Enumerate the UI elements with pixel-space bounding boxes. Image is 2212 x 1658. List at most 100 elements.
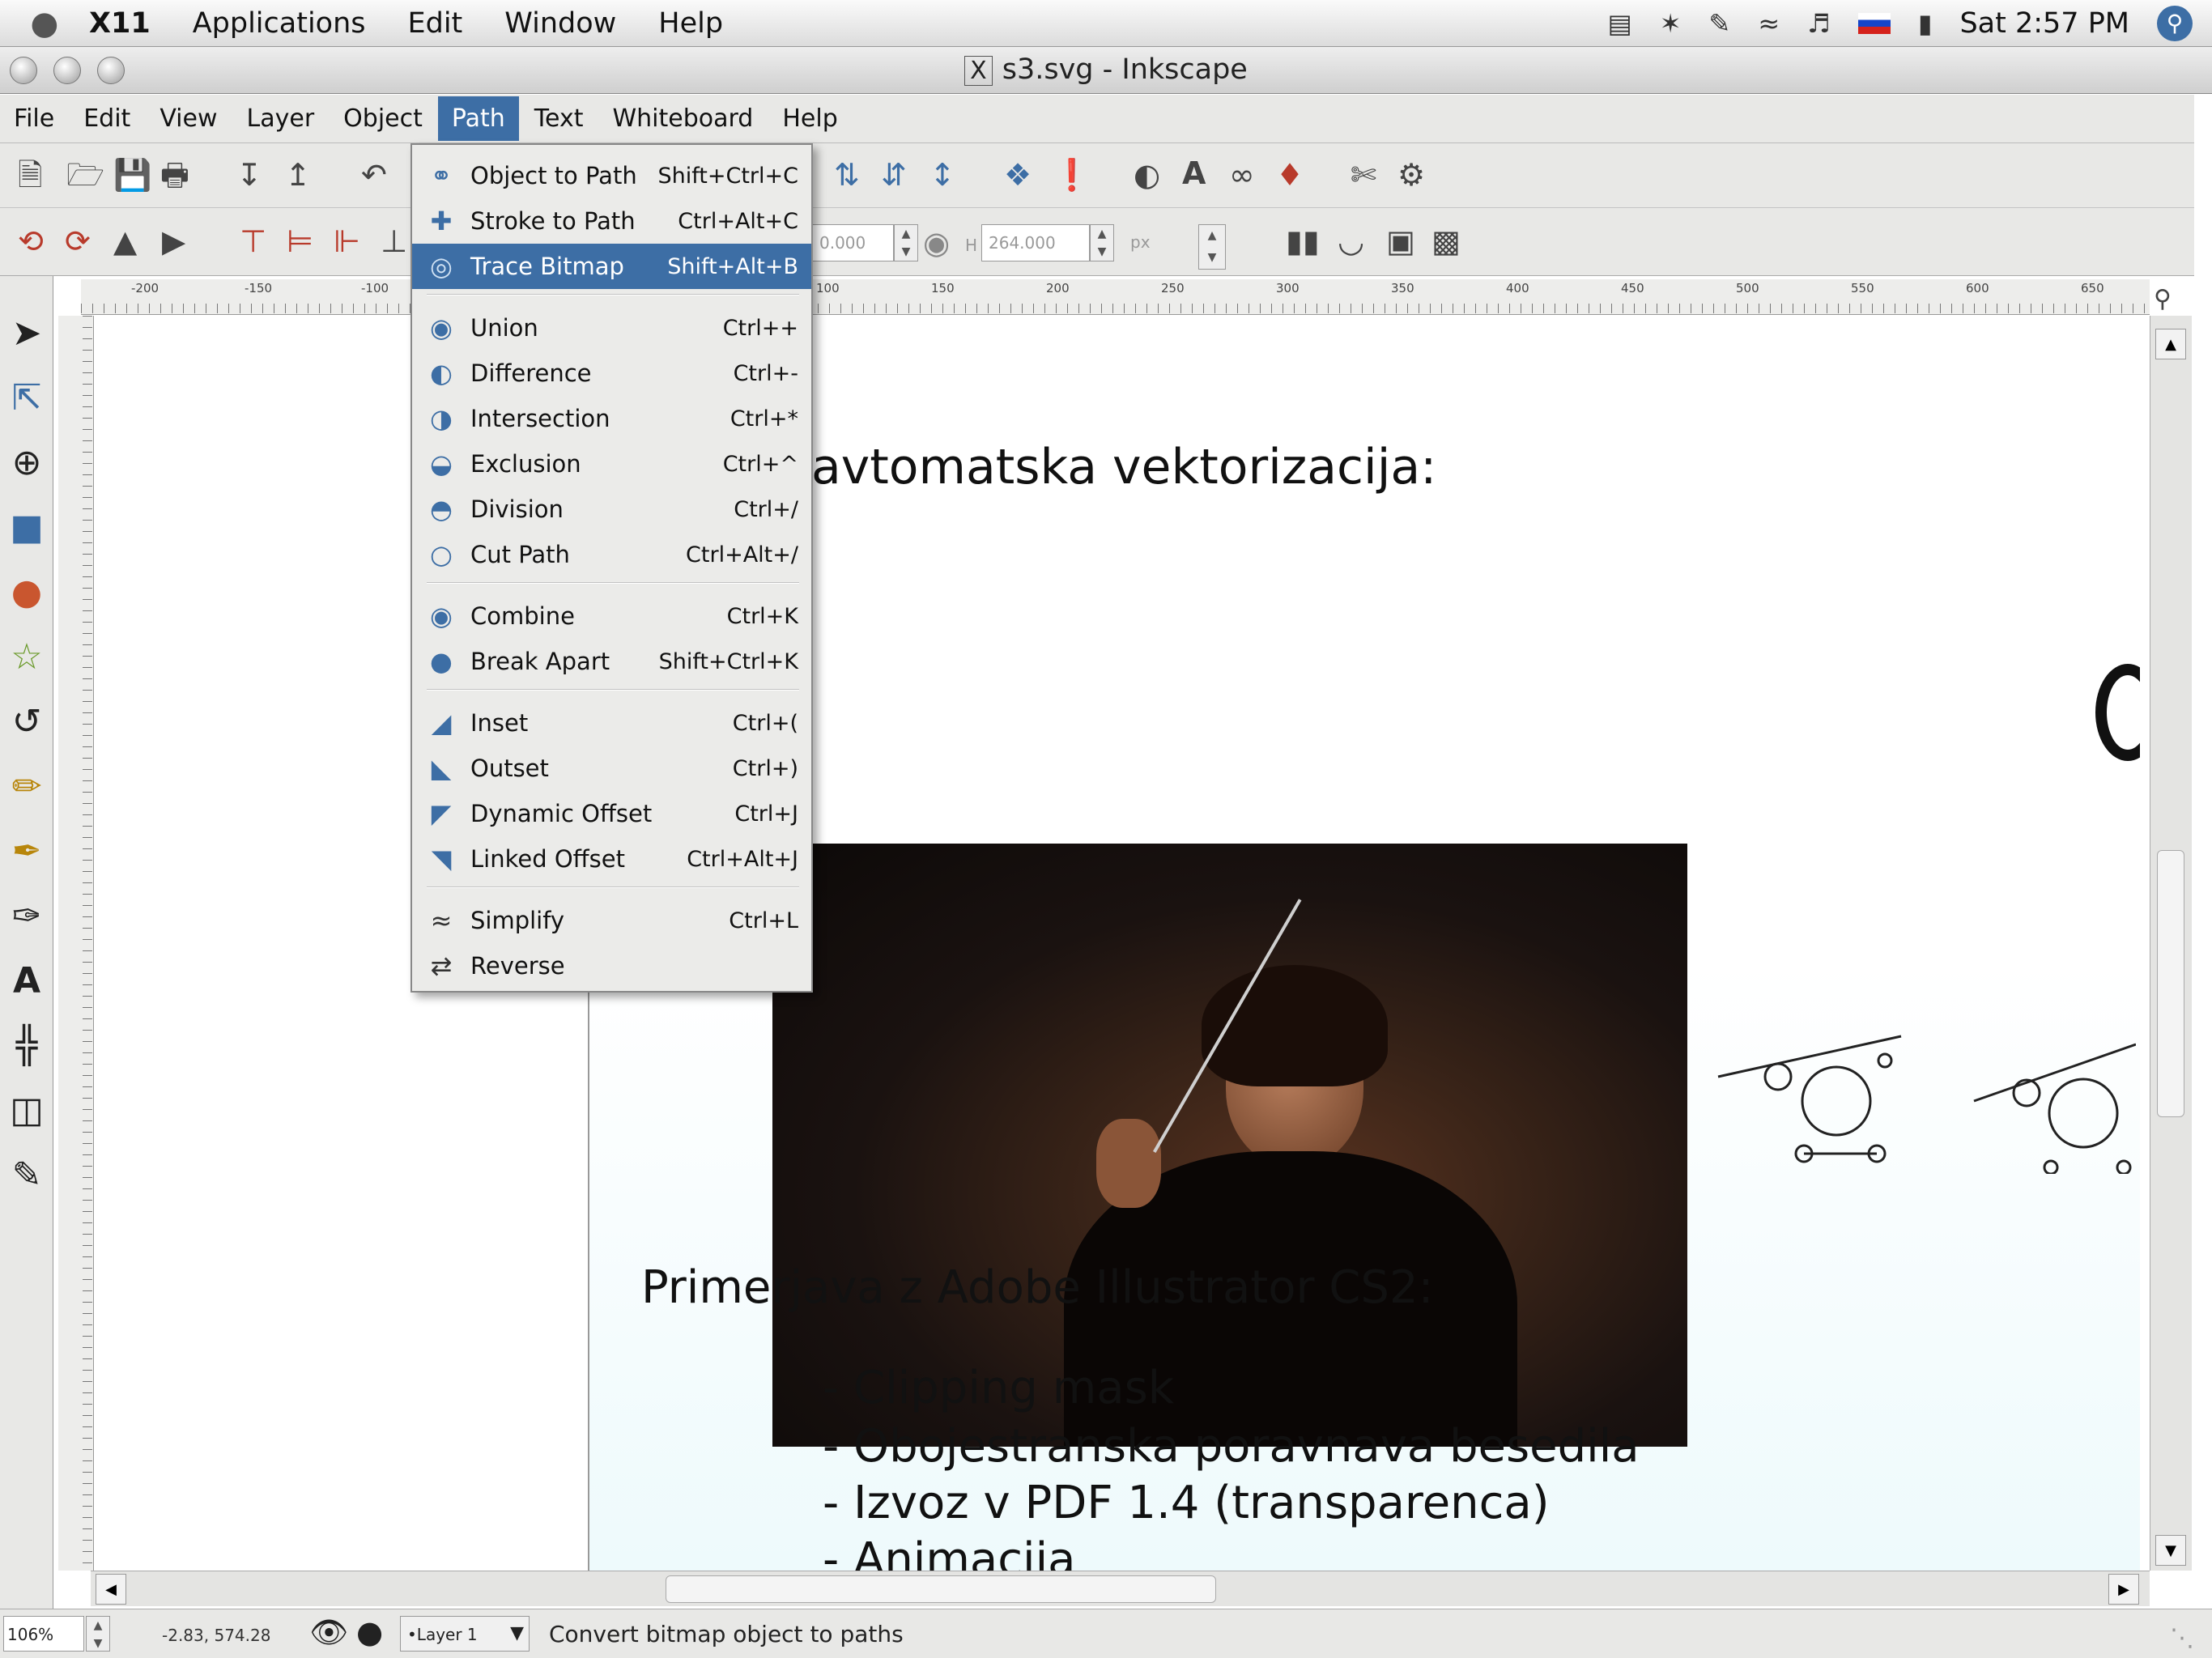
bullet-item[interactable]: - Izvoz v PDF 1.4 (transparenca) <box>823 1477 1550 1529</box>
horizontal-scroll-thumb[interactable] <box>666 1575 1216 1603</box>
clock[interactable]: Sat 2:57 PM <box>1959 7 2129 40</box>
vertical-scroll-thumb[interactable] <box>2157 850 2184 1117</box>
menu-item-union[interactable]: ◉ Union Ctrl++ <box>412 305 811 351</box>
rectangle-tool-icon[interactable]: ■ <box>5 503 49 553</box>
menu-item-break-apart[interactable]: ● Break Apart Shift+Ctrl+K <box>412 639 811 684</box>
raise-to-top-icon[interactable]: ⊤ <box>240 226 266 257</box>
print-icon[interactable]: 🖶 <box>160 159 189 190</box>
menu-item-object-to-path[interactable]: ⚭ Object to Path Shift+Ctrl+C <box>412 153 811 198</box>
height-spinner[interactable]: ▲ ▼ <box>1090 224 1114 261</box>
vertical-ruler[interactable] <box>58 316 94 1571</box>
pen-icon[interactable]: ✎ <box>1709 8 1731 39</box>
distribute-icon[interactable]: ⇅ <box>834 159 860 190</box>
scroll-up-arrow-icon[interactable]: ▲ <box>2155 329 2186 359</box>
horizontal-ruler[interactable]: -200 -150 -100 100 150 200 250 300 350 4… <box>81 279 2150 315</box>
mac-app-name[interactable]: X11 <box>89 7 151 40</box>
unit-dropdown-arrow[interactable]: ▲ ▼ <box>1198 224 1226 270</box>
menu-whiteboard[interactable]: Whiteboard <box>598 96 767 141</box>
mac-menu-window[interactable]: Window <box>504 7 616 40</box>
zoom-tool-icon[interactable]: ⊕ <box>5 438 49 488</box>
battery-icon[interactable]: ▮ <box>1918 8 1933 39</box>
ungroup-icon[interactable]: ❗ <box>1053 159 1091 190</box>
x-field[interactable]: 0.000 <box>813 224 894 261</box>
vertical-scrollbar[interactable]: ▲ ▼ <box>2150 316 2192 1571</box>
zoom-corner-icon[interactable]: ⚲ <box>2154 285 2172 313</box>
mac-menu-help[interactable]: Help <box>658 7 723 40</box>
display-icon[interactable]: ▤ <box>1607 8 1631 39</box>
transform-gradients-icon[interactable]: ▣ <box>1386 226 1415 257</box>
gradient-tool-icon[interactable]: ◫ <box>5 1086 49 1136</box>
undo-icon[interactable]: ↶ <box>361 159 387 190</box>
connector-tool-icon[interactable]: ╬ <box>5 1021 49 1071</box>
lock-layer-icon[interactable]: ● <box>356 1614 383 1650</box>
flip-vertical-icon[interactable]: ▶ <box>162 226 185 257</box>
wifi-icon[interactable]: ≈ <box>1758 8 1780 39</box>
menu-path[interactable]: Path <box>437 96 519 141</box>
spiral-tool-icon[interactable]: ↺ <box>5 697 49 747</box>
menu-layer[interactable]: Layer <box>233 96 329 141</box>
scroll-right-arrow-icon[interactable]: ▶ <box>2108 1574 2139 1605</box>
open-folder-icon[interactable]: 🗁 <box>66 159 104 190</box>
raise-icon[interactable]: ⊨ <box>287 226 313 257</box>
menu-item-intersection[interactable]: ◑ Intersection Ctrl+* <box>412 396 811 441</box>
layer-dropdown-arrow-icon[interactable]: ▼ <box>510 1623 524 1643</box>
menu-item-outset[interactable]: ◣ Outset Ctrl+) <box>412 746 811 791</box>
bullet-item[interactable]: - Obojestranska poravnava besedila <box>823 1420 1640 1473</box>
visibility-eye-icon[interactable]: 👁 <box>309 1614 348 1651</box>
scroll-down-arrow-icon[interactable]: ▼ <box>2155 1535 2186 1566</box>
apple-menu-icon[interactable]: ● <box>0 5 89 42</box>
slide-heading-comparison[interactable]: Primerjava z Adobe Illustrator CS2: <box>641 1261 1433 1314</box>
star-tool-icon[interactable]: ☆ <box>5 632 49 682</box>
menu-item-cut-path[interactable]: ○ Cut Path Ctrl+Alt+/ <box>412 532 811 577</box>
menu-edit[interactable]: Edit <box>70 96 144 141</box>
bullet-item[interactable]: - Animacija <box>823 1533 1075 1571</box>
height-field[interactable]: 264.000 <box>981 224 1090 261</box>
new-document-icon[interactable]: 🗎 <box>18 159 43 190</box>
zoom-spinner[interactable]: ▲ ▼ <box>86 1616 110 1652</box>
menu-item-difference[interactable]: ◐ Difference Ctrl+- <box>412 351 811 396</box>
conductor-photo[interactable] <box>772 844 1687 1447</box>
scale-stroke-icon[interactable]: ▮▮ <box>1286 226 1320 257</box>
text-font-icon[interactable]: A <box>1182 158 1206 189</box>
align-middle-icon[interactable]: ↕ <box>929 159 955 190</box>
lower-icon[interactable]: ⊩ <box>334 226 360 257</box>
volume-icon[interactable]: ♬ <box>1807 8 1831 39</box>
text-tool-icon[interactable]: A <box>5 956 49 1006</box>
scale-corners-icon[interactable]: ◡ <box>1338 226 1364 257</box>
menu-view[interactable]: View <box>146 96 231 141</box>
selector-tool-icon[interactable]: ➤ <box>5 308 49 359</box>
menu-item-simplify[interactable]: ≈ Simplify Ctrl+L <box>412 898 811 943</box>
flip-horizontal-icon[interactable]: ▲ <box>113 226 137 257</box>
document-properties-icon[interactable]: ⚙ <box>1397 159 1425 190</box>
menu-object[interactable]: Object <box>330 96 436 141</box>
preferences-icon[interactable]: ✄ <box>1351 159 1376 190</box>
scroll-left-arrow-icon[interactable]: ◀ <box>96 1574 126 1605</box>
horizontal-scrollbar[interactable]: ◀ ▶ <box>91 1571 2150 1606</box>
window-titlebar[interactable]: Xs3.svg - Inkscape <box>0 47 2212 94</box>
menu-item-dynamic-offset[interactable]: ◤ Dynamic Offset Ctrl+J <box>412 791 811 836</box>
rotate-ccw-icon[interactable]: ⟲ <box>18 226 44 257</box>
align-center-icon[interactable]: ⇵ <box>881 159 907 190</box>
rotate-cw-icon[interactable]: ⟳ <box>65 226 91 257</box>
flag-icon[interactable] <box>1857 13 1891 34</box>
layer-select[interactable]: •Layer 1 ▼ <box>400 1616 530 1652</box>
pencil-tool-icon[interactable]: ✏ <box>5 762 49 812</box>
drawing-canvas[interactable]: avtomatska vektorizacija: Primerjava z A… <box>96 316 2140 1571</box>
dropper-tool-icon[interactable]: ✎ <box>5 1150 49 1201</box>
slide-heading-vectorization[interactable]: avtomatska vektorizacija: <box>811 439 1436 495</box>
ellipse-tool-icon[interactable]: ● <box>5 568 49 618</box>
fill-stroke-icon[interactable]: ◐ <box>1134 159 1160 190</box>
menu-item-combine[interactable]: ◉ Combine Ctrl+K <box>412 593 811 639</box>
menu-item-division[interactable]: ◓ Division Ctrl+/ <box>412 487 811 532</box>
menu-item-linked-offset[interactable]: ◥ Linked Offset Ctrl+Alt+J <box>412 836 811 882</box>
menu-item-trace-bitmap[interactable]: ◎ Trace Bitmap Shift+Alt+B <box>412 244 811 289</box>
menu-item-reverse[interactable]: ⇄ Reverse <box>412 943 811 988</box>
calligraphy-tool-icon[interactable]: ✑ <box>5 891 49 942</box>
unit-select[interactable]: px <box>1124 224 1197 261</box>
lock-icon[interactable]: ◉ <box>923 227 950 258</box>
menu-item-stroke-to-path[interactable]: ✚ Stroke to Path Ctrl+Alt+C <box>412 198 811 244</box>
transform-patterns-icon[interactable]: ▩ <box>1431 226 1461 257</box>
menu-text[interactable]: Text <box>521 96 598 141</box>
export-icon[interactable]: ↥ <box>285 159 311 190</box>
resize-grip-icon[interactable]: ⋱ <box>2170 1624 2194 1652</box>
